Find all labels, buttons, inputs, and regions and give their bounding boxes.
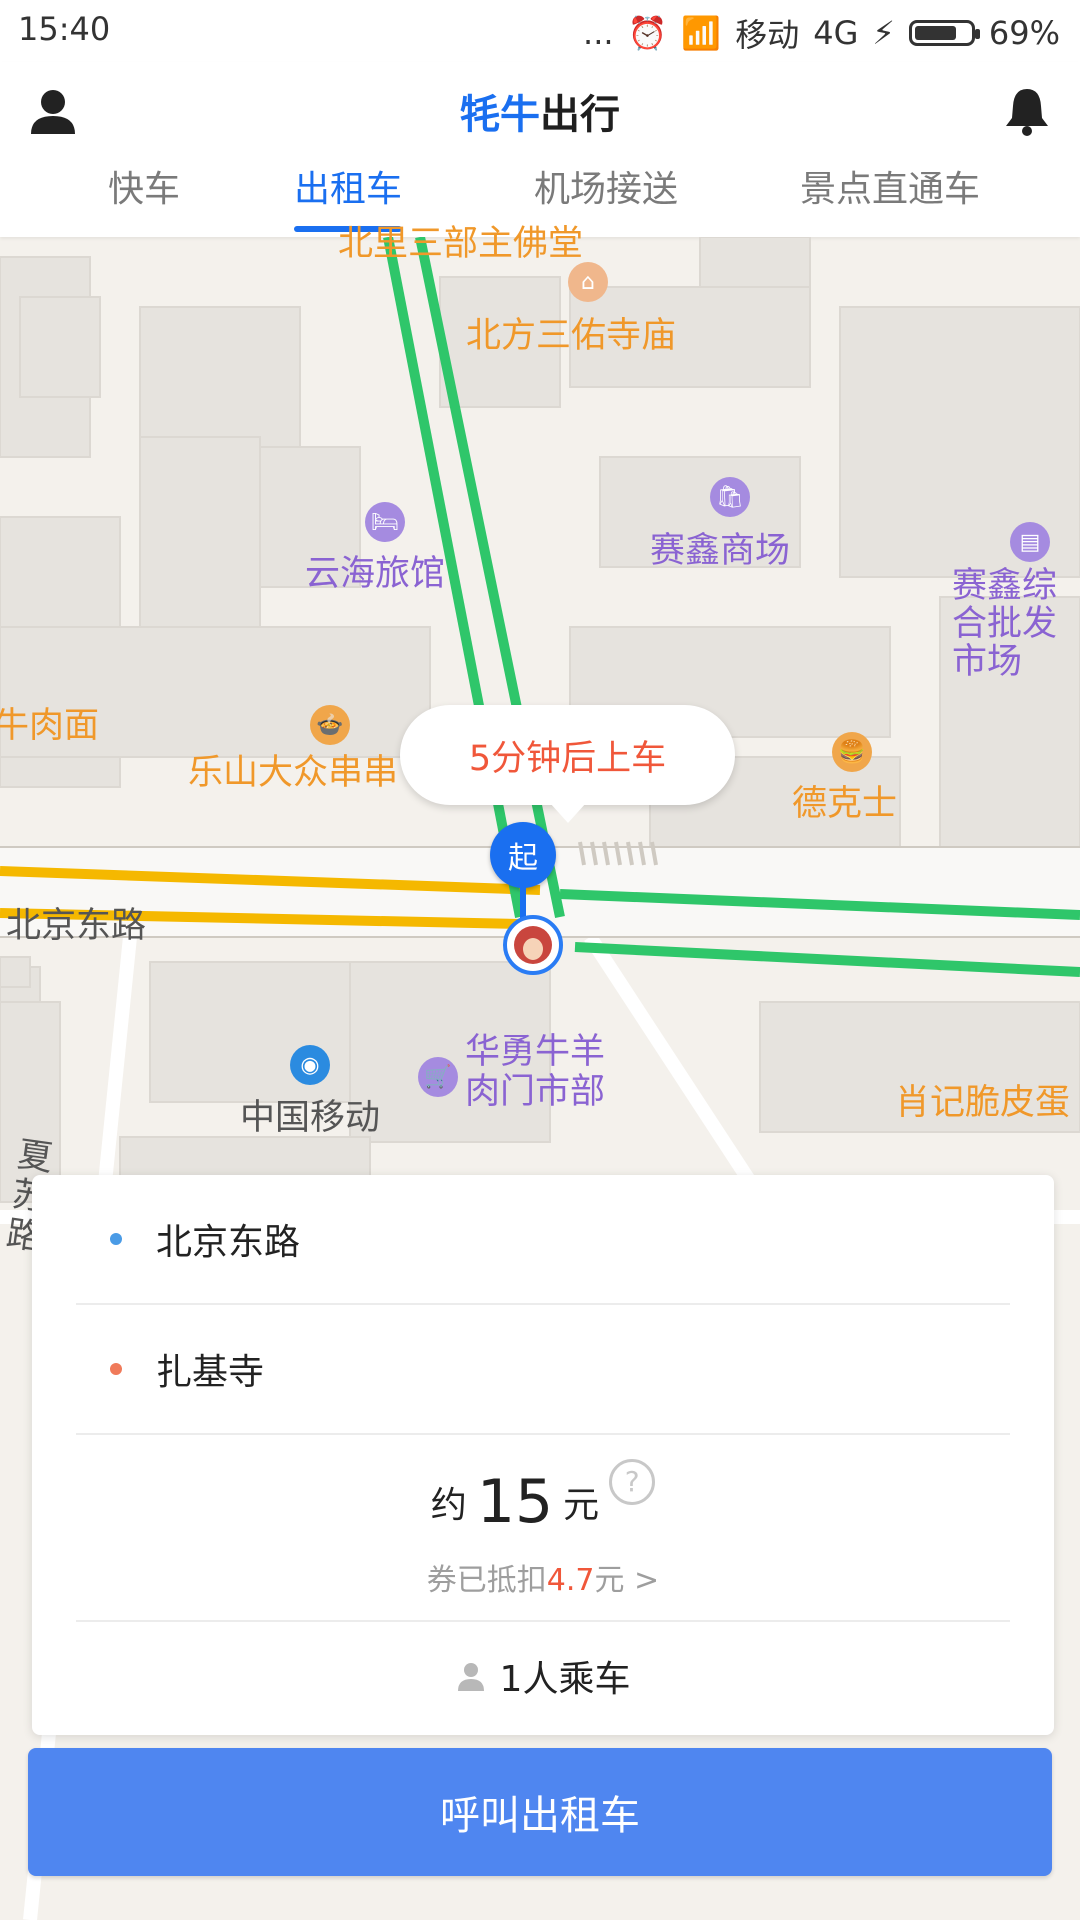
poi-label-chuanchuan[interactable]: 乐山大众串串: [188, 744, 398, 795]
tab-airport[interactable]: 机场接送: [534, 160, 678, 212]
brand-part1: 牦牛: [460, 92, 540, 138]
burger-icon: 🍔: [832, 732, 872, 772]
status-bar: 15:40 ... ⏰ 📶 移动 4G ⚡ 69%: [0, 0, 1080, 62]
tab-taxi[interactable]: 出租车: [294, 160, 403, 232]
poi-label-china-mobile[interactable]: 中国移动: [240, 1089, 380, 1140]
poi-label-beef-noodle[interactable]: 牛肉面: [0, 697, 99, 748]
call-taxi-button[interactable]: 呼叫出租车: [28, 1748, 1052, 1876]
battery-icon: [908, 20, 980, 46]
coupon-info[interactable]: 券已抵扣4.7元 >: [32, 1555, 1054, 1599]
poi-label-temple[interactable]: 北方三佑寺庙: [466, 307, 676, 358]
coupon-suffix: 元 >: [594, 1563, 660, 1598]
eta-text: 5分钟后上车: [468, 738, 667, 779]
food-icon: 🍲: [310, 705, 350, 745]
price-prefix: 约: [430, 1485, 467, 1526]
start-pin[interactable]: 起: [490, 822, 556, 888]
price-value: 15: [476, 1467, 554, 1537]
brand-part2: 出行: [540, 92, 620, 138]
coupon-prefix: 券已抵扣: [426, 1563, 547, 1598]
tab-scenic[interactable]: 景点直通车: [800, 160, 980, 212]
tab-express-label: 快车: [108, 169, 181, 210]
status-time: 15:40: [18, 10, 111, 48]
passenger-count: 1人乘车: [499, 1659, 631, 1700]
destination-row[interactable]: 扎基寺: [76, 1305, 1010, 1435]
price-estimate: 约 15 元?: [32, 1459, 1054, 1537]
market-icon: ▤: [1010, 522, 1050, 562]
eta-bubble: 5分钟后上车: [400, 705, 735, 823]
call-taxi-label: 呼叫出租车: [440, 1793, 640, 1839]
poi-label-dicos[interactable]: 德克士: [792, 775, 897, 826]
current-location-avatar[interactable]: [503, 915, 563, 975]
battery-percent: 69%: [988, 14, 1060, 52]
poi-label-crispy-egg[interactable]: 肖记脆皮蛋: [895, 1074, 1070, 1125]
poi-label-wholesale-market[interactable]: 赛鑫综合批发市场: [952, 567, 1080, 681]
passenger-selector[interactable]: 1人乘车: [32, 1650, 1054, 1702]
app-brand: 牦牛出行: [0, 82, 1080, 140]
wifi-icon: 📶: [681, 14, 722, 52]
card-divider: [76, 1620, 1010, 1622]
shopping-bag-icon: 🛍: [710, 477, 750, 517]
notification-dots: ...: [583, 14, 614, 52]
shop-icon: 🛒: [418, 1057, 458, 1097]
bell-icon[interactable]: [1000, 84, 1054, 138]
tab-express[interactable]: 快车: [108, 160, 180, 212]
trip-card: 北京东路 扎基寺 约 15 元? 券已抵扣4.7元 > 1人乘车: [32, 1175, 1054, 1735]
destination-label: 扎基寺: [156, 1352, 265, 1393]
china-mobile-icon: ◉: [290, 1045, 330, 1085]
road-label-beijing-east: 北京东路: [6, 906, 147, 946]
coupon-amount: 4.7: [546, 1563, 595, 1598]
temple-icon: ⌂: [568, 262, 608, 302]
alarm-icon: ⏰: [627, 14, 668, 52]
tab-scenic-label: 景点直通车: [800, 169, 981, 210]
destination-dot: [110, 1363, 122, 1375]
start-pin-label: 起: [508, 841, 538, 876]
tab-taxi-label: 出租车: [294, 169, 403, 210]
network-type: 4G: [813, 14, 859, 52]
origin-label: 北京东路: [156, 1222, 301, 1263]
poi-label-mall[interactable]: 赛鑫商场: [650, 522, 790, 573]
tab-airport-label: 机场接送: [534, 169, 679, 210]
poi-label-hotel[interactable]: 云海旅馆: [305, 545, 445, 596]
bed-icon: 🛏: [365, 502, 405, 542]
app-header: 牦牛出行 快车 出租车 机场接送 景点直通车: [0, 62, 1080, 237]
poi-label-buddha-hall: 北里三部主佛堂: [338, 224, 584, 264]
charging-icon: ⚡: [872, 14, 895, 52]
carrier-label: 移动: [735, 16, 800, 54]
price-unit: 元: [563, 1485, 600, 1526]
avatar-face: [514, 926, 552, 964]
origin-dot: [110, 1233, 122, 1245]
person-icon: [457, 1663, 484, 1691]
poi-label-meat-shop[interactable]: 华勇牛羊肉门市部: [465, 1032, 635, 1112]
help-icon[interactable]: ?: [609, 1459, 656, 1505]
status-right: ... ⏰ 📶 移动 4G ⚡ 69%: [583, 10, 1060, 56]
origin-row[interactable]: 北京东路: [76, 1175, 1010, 1305]
